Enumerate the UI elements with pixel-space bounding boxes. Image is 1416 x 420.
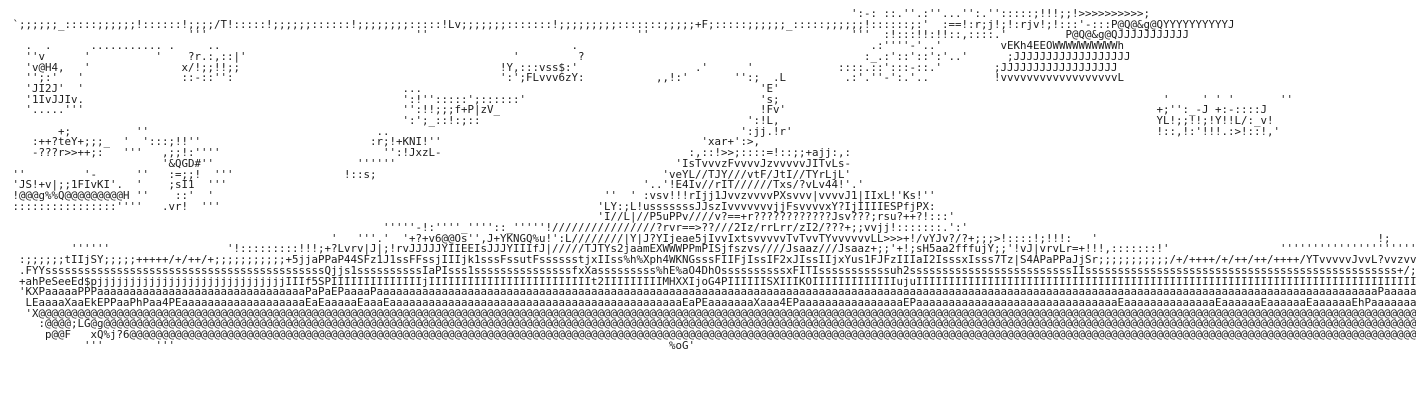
ascii-art-text: ':-: ::.''.:''...'':.'':::::;!!!;;!>>>>>… <box>6 8 1416 352</box>
ascii-art-line: ''' ''' %oG' <box>6 338 696 352</box>
ascii-art-canvas: ':-: ::.''.:''...'':.'':::::;!!!;;!>>>>>… <box>0 0 1416 420</box>
